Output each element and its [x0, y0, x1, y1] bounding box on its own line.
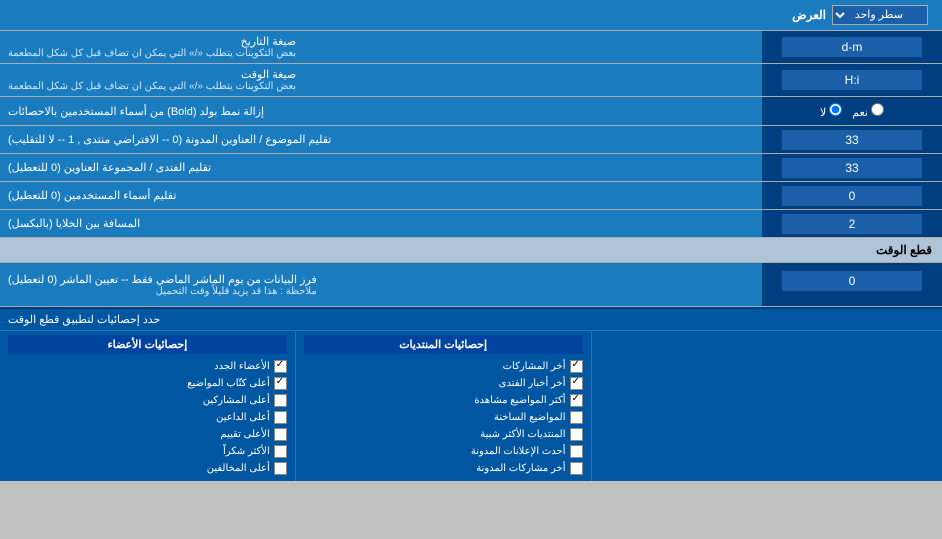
forum-groups-row: تقليم الفتدى / المجموعة العناوين (0 للتع…: [0, 154, 942, 182]
usernames-trim-row: تقليم أسماء المستخدمين (0 للتعطيل): [0, 182, 942, 210]
stats-grid: إحصائيات المنتديات أخر المشاركات أخر أخب…: [0, 331, 942, 481]
bold-radio-wrap: نعم لا: [762, 97, 942, 125]
stat-members-check-2[interactable]: [274, 394, 287, 407]
cutoff-section-header: قطع الوقت: [0, 238, 942, 263]
stat-members-check-0[interactable]: [274, 360, 287, 373]
topics-titles-label: تقليم الموضوع / العناوين المدونة (0 -- ا…: [0, 126, 762, 153]
stat-members-item-6[interactable]: أعلى المخالفين: [8, 460, 287, 477]
bold-radio-group: نعم لا: [812, 100, 892, 122]
cutoff-label: فرز البيانات من يوم الماشر الماضي فقط --…: [0, 263, 762, 306]
stats-limit-label: حدد إحصائيات لتطبيق قطع الوقت: [8, 313, 160, 326]
stat-members-item-3[interactable]: أعلى الداعين: [8, 409, 287, 426]
usernames-trim-input-wrap[interactable]: [762, 182, 942, 209]
stat-members-item-2[interactable]: أعلى المشاركين: [8, 392, 287, 409]
stat-forums-check-5[interactable]: [570, 445, 583, 458]
bold-radio-no[interactable]: [829, 103, 842, 116]
stat-members-check-6[interactable]: [274, 462, 287, 475]
date-format-label: صيغة التاريخ بعض التكوينات يتطلب «/» الت…: [0, 31, 762, 63]
stat-forums-check-2[interactable]: [570, 394, 583, 407]
stat-forums-check-4[interactable]: [570, 428, 583, 441]
stat-members-item-4[interactable]: الأعلى تقييم: [8, 426, 287, 443]
stat-members-check-5[interactable]: [274, 445, 287, 458]
time-format-input-wrap[interactable]: [762, 64, 942, 96]
stat-forums-item-0[interactable]: أخر المشاركات: [304, 358, 583, 375]
stat-forums-item-5[interactable]: أحدث الإعلانات المدونة: [304, 443, 583, 460]
bold-row: نعم لا إزالة نمط بولد (Bold) من أسماء ال…: [0, 97, 942, 126]
stat-members-item-0[interactable]: الأعضاء الجدد: [8, 358, 287, 375]
forum-groups-label: تقليم الفتدى / المجموعة العناوين (0 للتع…: [0, 154, 762, 181]
cell-spacing-input-wrap[interactable]: [762, 210, 942, 237]
forum-groups-input[interactable]: [782, 158, 922, 178]
topics-titles-input-wrap[interactable]: [762, 126, 942, 153]
stat-forums-check-6[interactable]: [570, 462, 583, 475]
stat-forums-item-6[interactable]: أخر مشاركات المدونة: [304, 460, 583, 477]
topics-titles-row: تقليم الموضوع / العناوين المدونة (0 -- ا…: [0, 126, 942, 154]
date-format-row: صيغة التاريخ بعض التكوينات يتطلب «/» الت…: [0, 31, 942, 64]
usernames-trim-input[interactable]: [782, 186, 922, 206]
cell-spacing-input[interactable]: [782, 214, 922, 234]
forum-groups-input-wrap[interactable]: [762, 154, 942, 181]
stat-forums-item-4[interactable]: المنتديات الأكثر شبية: [304, 426, 583, 443]
stats-empty-col: [591, 331, 942, 481]
stat-forums-item-2[interactable]: أكثر المواضيع مشاهدة: [304, 392, 583, 409]
stat-members-check-3[interactable]: [274, 411, 287, 424]
stats-forums-col: إحصائيات المنتديات أخر المشاركات أخر أخب…: [295, 331, 591, 481]
stats-members-header: إحصائيات الأعضاء: [8, 335, 287, 354]
stat-forums-check-0[interactable]: [570, 360, 583, 373]
stat-forums-item-1[interactable]: أخر أخبار الفتدى: [304, 375, 583, 392]
stats-members-col: إحصائيات الأعضاء الأعضاء الجدد أعلى كتّا…: [0, 331, 295, 481]
time-format-label: صيغة الوقت بعض التكوينات يتطلب «/» التي …: [0, 64, 762, 96]
stat-members-check-1[interactable]: [274, 377, 287, 390]
topics-titles-input[interactable]: [782, 130, 922, 150]
display-select[interactable]: سطر واحدسطرينثلاثة أسطر: [832, 5, 928, 25]
section-title: العرض: [8, 8, 826, 22]
bold-label: إزالة نمط بولد (Bold) من أسماء المستخدمي…: [0, 97, 762, 125]
time-format-row: صيغة الوقت بعض التكوينات يتطلب «/» التي …: [0, 64, 942, 97]
cell-spacing-label: المسافة بين الخلايا (بالبكسل): [0, 210, 762, 237]
stat-members-item-5[interactable]: الأكثر شكراً: [8, 443, 287, 460]
cutoff-input[interactable]: [782, 271, 922, 291]
stat-forums-check-3[interactable]: [570, 411, 583, 424]
date-format-input-wrap[interactable]: [762, 31, 942, 63]
date-format-input[interactable]: [782, 37, 922, 57]
bold-radio-yes-label[interactable]: نعم: [852, 103, 884, 119]
time-format-input[interactable]: [782, 70, 922, 90]
stat-forums-item-3[interactable]: المواضيع الساخنة: [304, 409, 583, 426]
cutoff-input-wrap[interactable]: [762, 263, 942, 306]
usernames-trim-label: تقليم أسماء المستخدمين (0 للتعطيل): [0, 182, 762, 209]
cutoff-row: فرز البيانات من يوم الماشر الماضي فقط --…: [0, 263, 942, 307]
stats-forums-header: إحصائيات المنتديات: [304, 335, 583, 354]
bold-radio-no-label[interactable]: لا: [820, 103, 842, 119]
bold-radio-yes[interactable]: [871, 103, 884, 116]
cell-spacing-row: المسافة بين الخلايا (بالبكسل): [0, 210, 942, 238]
stat-members-check-4[interactable]: [274, 428, 287, 441]
stat-forums-check-1[interactable]: [570, 377, 583, 390]
display-select-wrap[interactable]: سطر واحدسطرينثلاثة أسطر: [826, 2, 934, 28]
stats-section: حدد إحصائيات لتطبيق قطع الوقت إحصائيات ا…: [0, 307, 942, 481]
stats-limit-label-row: حدد إحصائيات لتطبيق قطع الوقت: [0, 309, 942, 331]
stat-members-item-1[interactable]: أعلى كتّاب المواضيع: [8, 375, 287, 392]
